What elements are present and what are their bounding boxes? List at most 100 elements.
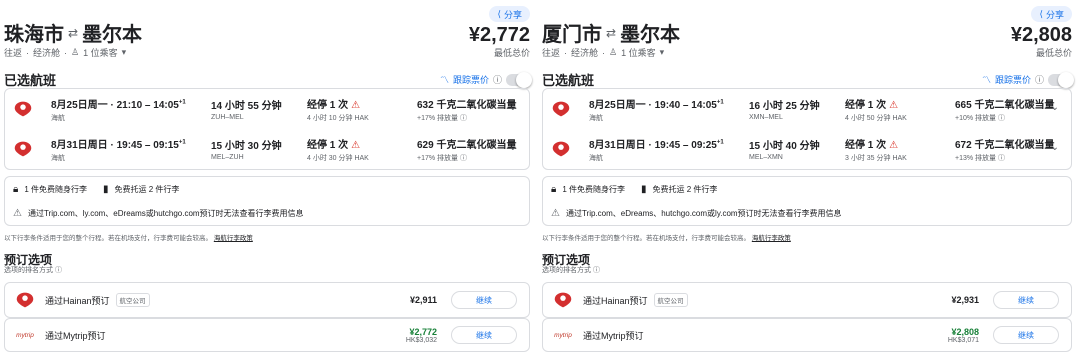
baggage-notice: 以下行李条件适用于您的整个行程。若在机场支付，行李费可能会较高。 海航行李政策 [542, 232, 791, 242]
day-offset: +1 [716, 139, 724, 146]
checked-bag-icon: ▮ [103, 183, 109, 195]
flight-row[interactable]: 8月25日周一 · 21:10 – 14:05+1 海航 14 小时 55 分钟… [5, 89, 529, 129]
hainan-logo-icon [5, 98, 41, 120]
track-toggle[interactable] [1048, 71, 1074, 88]
swap-icon[interactable]: ⇄ [68, 26, 78, 40]
track-toggle[interactable] [506, 71, 532, 88]
total-price: ¥2,772 [468, 24, 530, 46]
airline-name: 海航 [589, 154, 603, 162]
layover-detail: 3 小时 35 分钟 HAK [845, 154, 907, 162]
chevron-down-icon[interactable]: ⌄ [1051, 142, 1059, 153]
flight-duration: 15 小时 40 分钟 [749, 141, 820, 152]
trip-type: 往返 [542, 48, 561, 58]
flight-row[interactable]: 8月25日周一 · 19:40 – 14:05+1 海航 16 小时 25 分钟… [543, 89, 1071, 129]
passenger-count[interactable]: 1 位乘客 [621, 46, 656, 59]
section-title: 已选航班 [542, 73, 595, 88]
hainan-logo-icon [5, 138, 41, 160]
passenger-count[interactable]: 1 位乘客 [83, 46, 118, 59]
day-offset: +1 [178, 139, 186, 146]
flights-card: 8月25日周一 · 19:40 – 14:05+1 海航 16 小时 25 分钟… [542, 88, 1072, 170]
info-icon[interactable]: ⓘ [460, 115, 467, 122]
flight-duration: 15 小时 30 分钟 [211, 141, 282, 152]
booking-option[interactable]: mytrip 通过Mytrip预订 ¥2,772 HK$3,032 继续 [4, 318, 530, 352]
chevron-down-icon[interactable]: ⌄ [1051, 102, 1059, 113]
route-title: 厦门市 ⇄ 墨尔本 [542, 18, 680, 47]
baggage-policy-link[interactable]: 海航行李政策 [214, 235, 253, 242]
flight-row[interactable]: 8月31日周日 · 19:45 – 09:15+1 海航 15 小时 30 分钟… [5, 129, 529, 169]
cabin-class: 经济舱 [33, 48, 61, 58]
info-icon[interactable]: ⓘ [998, 155, 1005, 162]
person-icon: ♙ [71, 47, 80, 57]
layover-detail: 4 小时 30 分钟 HAK [307, 154, 369, 162]
trip-type: 往返 [4, 48, 23, 58]
airport-codes: MEL–ZUH [211, 154, 244, 161]
track-label: 跟踪票价 [994, 75, 1031, 85]
trend-icon: 〽 [439, 75, 449, 85]
track-prices[interactable]: 〽 跟踪票价 ⓘ [439, 71, 532, 88]
ranking-note[interactable]: 选项的排名方式 ⓘ [4, 265, 62, 275]
layover-detail: 4 小时 50 分钟 HAK [845, 114, 907, 122]
chevron-down-icon[interactable]: ▾ [660, 47, 665, 58]
selected-flights-header: 已选航班 〽 跟踪票价 ⓘ [542, 70, 1074, 89]
hainan-logo-icon [543, 98, 579, 120]
co2-delta: +13% 排放量 [955, 154, 997, 162]
comparison-view: ⟨ 分享 珠海市 ⇄ 墨尔本 ¥2,772 往返 · 经济舱 · ♙ 1 位乘客 ▾… [0, 0, 1080, 356]
flight-duration: 16 小时 25 分钟 [749, 101, 820, 112]
info-icon[interactable]: ⓘ [460, 155, 467, 162]
option-price: ¥2,931 [951, 295, 979, 305]
co2-delta: +10% 排放量 [955, 114, 997, 122]
cabin-class: 经济舱 [571, 48, 599, 58]
info-icon[interactable]: ⓘ [1035, 73, 1044, 86]
title-row: 厦门市 ⇄ 墨尔本 ¥2,808 [542, 18, 1072, 47]
airport-codes: MEL–XMN [749, 154, 783, 161]
trip-panel-right: ⟨ 分享 厦门市 ⇄ 墨尔本 ¥2,808 往返 · 经济舱 · ♙ 1 位乘客 ▾… [538, 0, 1080, 356]
continue-button[interactable]: 继续 [451, 326, 517, 344]
flight-date: 8月25日周一 [589, 99, 646, 111]
flight-times: 19:45 – 09:15 [116, 139, 179, 151]
track-prices[interactable]: 〽 跟踪票价 ⓘ [982, 71, 1074, 88]
stop-count: 经停 1 次 [307, 139, 349, 151]
baggage-card: 🔒︎ 1 件免费随身行李 ▮ 免费托运 2 件行李 ⚠ 通过Trip.com、l… [4, 176, 530, 226]
flight-date: 8月25日周一 [51, 99, 108, 111]
warning-icon: ⚠ [889, 139, 899, 151]
continue-button[interactable]: 继续 [993, 291, 1059, 309]
option-price-hkd: HK$3,071 [947, 336, 979, 344]
flight-times: 21:10 – 14:05 [116, 99, 179, 111]
option-name: 通过Hainan预订 [45, 295, 110, 306]
ranking-note[interactable]: 选项的排名方式 ⓘ [542, 265, 600, 275]
flight-row[interactable]: 8月31日周日 · 19:45 – 09:25+1 海航 15 小时 40 分钟… [543, 129, 1071, 169]
airline-name: 海航 [51, 154, 65, 162]
chevron-down-icon[interactable]: ⌄ [509, 142, 517, 153]
origin-city: 厦门市 [542, 24, 602, 46]
booking-option[interactable]: 通过Hainan预订 航空公司 ¥2,931 继续 [542, 282, 1072, 318]
swap-icon[interactable]: ⇄ [606, 26, 616, 40]
continue-button[interactable]: 继续 [993, 326, 1059, 344]
flights-card: 8月25日周一 · 21:10 – 14:05+1 海航 14 小时 55 分钟… [4, 88, 530, 170]
carry-on-bag-icon: 🔒︎ [551, 183, 557, 195]
chevron-down-icon[interactable]: ▾ [122, 47, 127, 58]
airline-name: 海航 [51, 114, 65, 122]
baggage-card: 🔒︎ 1 件免费随身行李 ▮ 免费托运 2 件行李 ⚠ 通过Trip.com、e… [542, 176, 1072, 226]
price-note: 最低总价 [1035, 48, 1072, 58]
booking-option[interactable]: mytrip 通过Mytrip预订 ¥2,808 HK$3,071 继续 [542, 318, 1072, 352]
option-name: 通过Mytrip预订 [45, 330, 106, 341]
info-icon[interactable]: ⓘ [493, 73, 502, 86]
destination-city: 墨尔本 [620, 24, 681, 46]
baggage-warning: 通过Trip.com、ly.com、eDreams或hutchgo.com预订时… [27, 208, 304, 218]
booking-option[interactable]: 通过Hainan预订 航空公司 ¥2,911 继续 [4, 282, 530, 318]
carry-on-label: 1 件免费随身行李 [562, 184, 625, 194]
info-icon[interactable]: ⓘ [998, 115, 1005, 122]
trip-meta: 往返 · 经济舱 · ♙ 1 位乘客 ▾ 最低总价 [542, 46, 1072, 59]
co2-delta: +17% 排放量 [417, 114, 459, 122]
flight-duration: 14 小时 55 分钟 [211, 101, 282, 112]
warning-icon: ⚠ [551, 207, 560, 219]
flight-times: 19:40 – 14:05 [654, 99, 717, 111]
baggage-policy-link[interactable]: 海航行李政策 [752, 235, 791, 242]
day-offset: +1 [178, 99, 186, 106]
info-icon: ⓘ [54, 267, 62, 274]
continue-button[interactable]: 继续 [451, 291, 517, 309]
chevron-down-icon[interactable]: ⌄ [509, 102, 517, 113]
route-title: 珠海市 ⇄ 墨尔本 [4, 18, 142, 47]
option-name: 通过Hainan预订 [583, 295, 648, 306]
hainan-logo-icon [543, 289, 583, 311]
